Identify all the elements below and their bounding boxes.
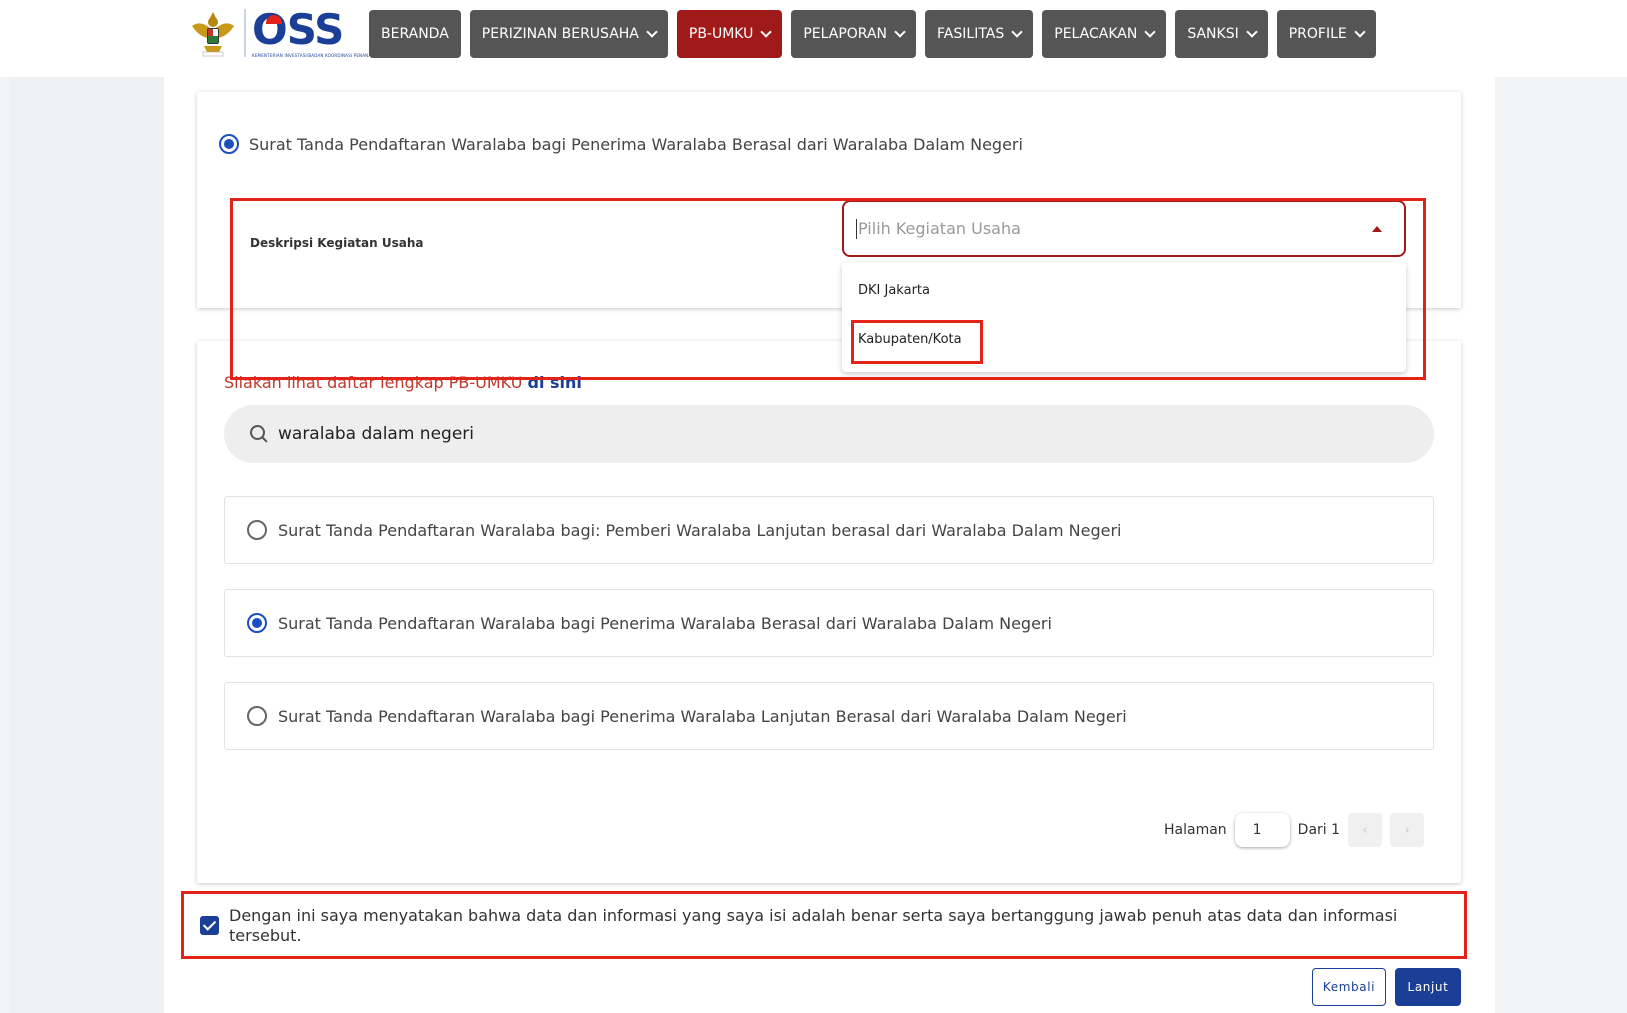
nav-profile-label: PROFILE <box>1288 26 1347 42</box>
nav-profile[interactable]: PROFILE <box>1276 10 1376 58</box>
business-activity-dropdown: DKI Jakarta Kabupaten/Kota <box>842 262 1406 372</box>
info-text: Silakan lihat daftar lengkap PB-UMKU <box>224 373 528 392</box>
prev-page-button[interactable]: ‹ <box>1348 813 1383 847</box>
nav-sanksi-label: SANKSI <box>1187 26 1239 42</box>
pagination-label: Halaman <box>1164 822 1227 838</box>
search-input[interactable]: waralaba dalam negeri <box>278 424 474 444</box>
search-icon <box>250 425 268 443</box>
permit-option-3-radio[interactable] <box>247 706 267 726</box>
chevron-down-icon <box>646 26 658 38</box>
top-navbar: OSS KEMENTERIAN INVESTASI/BADAN KOORDINA… <box>0 0 1627 77</box>
permit-option-1-radio[interactable] <box>247 520 267 540</box>
chevron-down-icon <box>894 26 906 38</box>
selected-permit-radio[interactable] <box>219 134 239 154</box>
back-button[interactable]: Kembali <box>1312 968 1386 1006</box>
nav-pelacakan-label: PELACAKAN <box>1054 26 1138 42</box>
dropdown-option-dki-jakarta[interactable]: DKI Jakarta <box>858 283 930 298</box>
text-cursor <box>856 218 857 239</box>
permit-option-2-label: Surat Tanda Pendaftaran Waralaba bagi Pe… <box>278 613 1052 633</box>
business-activity-select[interactable]: Pilih Kegiatan Usaha <box>842 200 1406 257</box>
nav-sanksi[interactable]: SANKSI <box>1175 10 1268 58</box>
permit-option-3[interactable]: Surat Tanda Pendaftaran Waralaba bagi Pe… <box>224 682 1434 750</box>
permit-option-3-label: Surat Tanda Pendaftaran Waralaba bagi Pe… <box>278 706 1127 726</box>
consent-text: Dengan ini saya menyatakan bahwa data da… <box>229 906 1398 945</box>
nav-fasilitas-label: FASILITAS <box>937 26 1005 42</box>
permit-option-2-radio[interactable] <box>247 613 267 633</box>
nav-beranda-label: BERANDA <box>381 26 449 42</box>
dropdown-option-kabupaten-kota[interactable]: Kabupaten/Kota <box>858 332 962 347</box>
main-nav: BERANDA PERIZINAN BERUSAHA PB-UMKU PELAP… <box>369 10 1376 58</box>
selected-permit-label: Surat Tanda Pendaftaran Waralaba bagi Pe… <box>249 134 1023 154</box>
info-link[interactable]: di sini <box>528 373 582 392</box>
pagination: Halaman 1 Dari 1 ‹ › <box>1164 813 1425 847</box>
oss-logo[interactable]: OSS KEMENTERIAN INVESTASI/BADAN KOORDINA… <box>188 6 398 60</box>
logo-divider <box>244 9 246 57</box>
garuda-emblem-icon <box>192 12 234 57</box>
nav-perizinan-berusaha[interactable]: PERIZINAN BERUSAHA <box>469 10 668 58</box>
chevron-down-icon <box>760 26 773 38</box>
permit-option-1[interactable]: Surat Tanda Pendaftaran Waralaba bagi: P… <box>224 496 1434 564</box>
chevron-down-icon <box>1011 26 1023 38</box>
next-page-button[interactable]: › <box>1390 813 1425 847</box>
permit-option-1-label: Surat Tanda Pendaftaran Waralaba bagi: P… <box>278 520 1122 540</box>
business-activity-label: Deskripsi Kegiatan Usaha <box>250 236 424 250</box>
caret-up-icon <box>1372 226 1382 232</box>
info-line: Silakan lihat daftar lengkap PB-UMKU di … <box>224 373 582 392</box>
page-number-input[interactable]: 1 <box>1234 813 1290 847</box>
business-activity-placeholder: Pilih Kegiatan Usaha <box>858 219 1021 238</box>
consent-checkbox[interactable] <box>200 916 219 935</box>
nav-pelacakan[interactable]: PELACAKAN <box>1042 10 1167 58</box>
selected-permit-row[interactable]: Surat Tanda Pendaftaran Waralaba bagi Pe… <box>219 134 1023 154</box>
nav-pb-umku[interactable]: PB-UMKU <box>676 10 783 58</box>
chevron-down-icon <box>1246 26 1258 38</box>
chevron-down-icon <box>1144 26 1156 38</box>
nav-pelaporan[interactable]: PELAPORAN <box>791 10 917 58</box>
nav-fasilitas[interactable]: FASILITAS <box>925 10 1034 58</box>
consent-row: Dengan ini saya menyatakan bahwa data da… <box>200 906 1440 946</box>
pagination-total: Dari 1 <box>1297 822 1341 838</box>
chevron-down-icon <box>1354 26 1366 38</box>
search-bar[interactable]: waralaba dalam negeri <box>224 405 1434 463</box>
nav-pelaporan-label: PELAPORAN <box>803 26 888 42</box>
permit-option-2[interactable]: Surat Tanda Pendaftaran Waralaba bagi Pe… <box>224 589 1434 657</box>
nav-beranda[interactable]: BERANDA <box>369 10 461 58</box>
nav-pbumku-label: PB-UMKU <box>688 26 754 42</box>
nav-perizinan-label: PERIZINAN BERUSAHA <box>481 26 639 42</box>
next-button[interactable]: Lanjut <box>1395 968 1461 1006</box>
